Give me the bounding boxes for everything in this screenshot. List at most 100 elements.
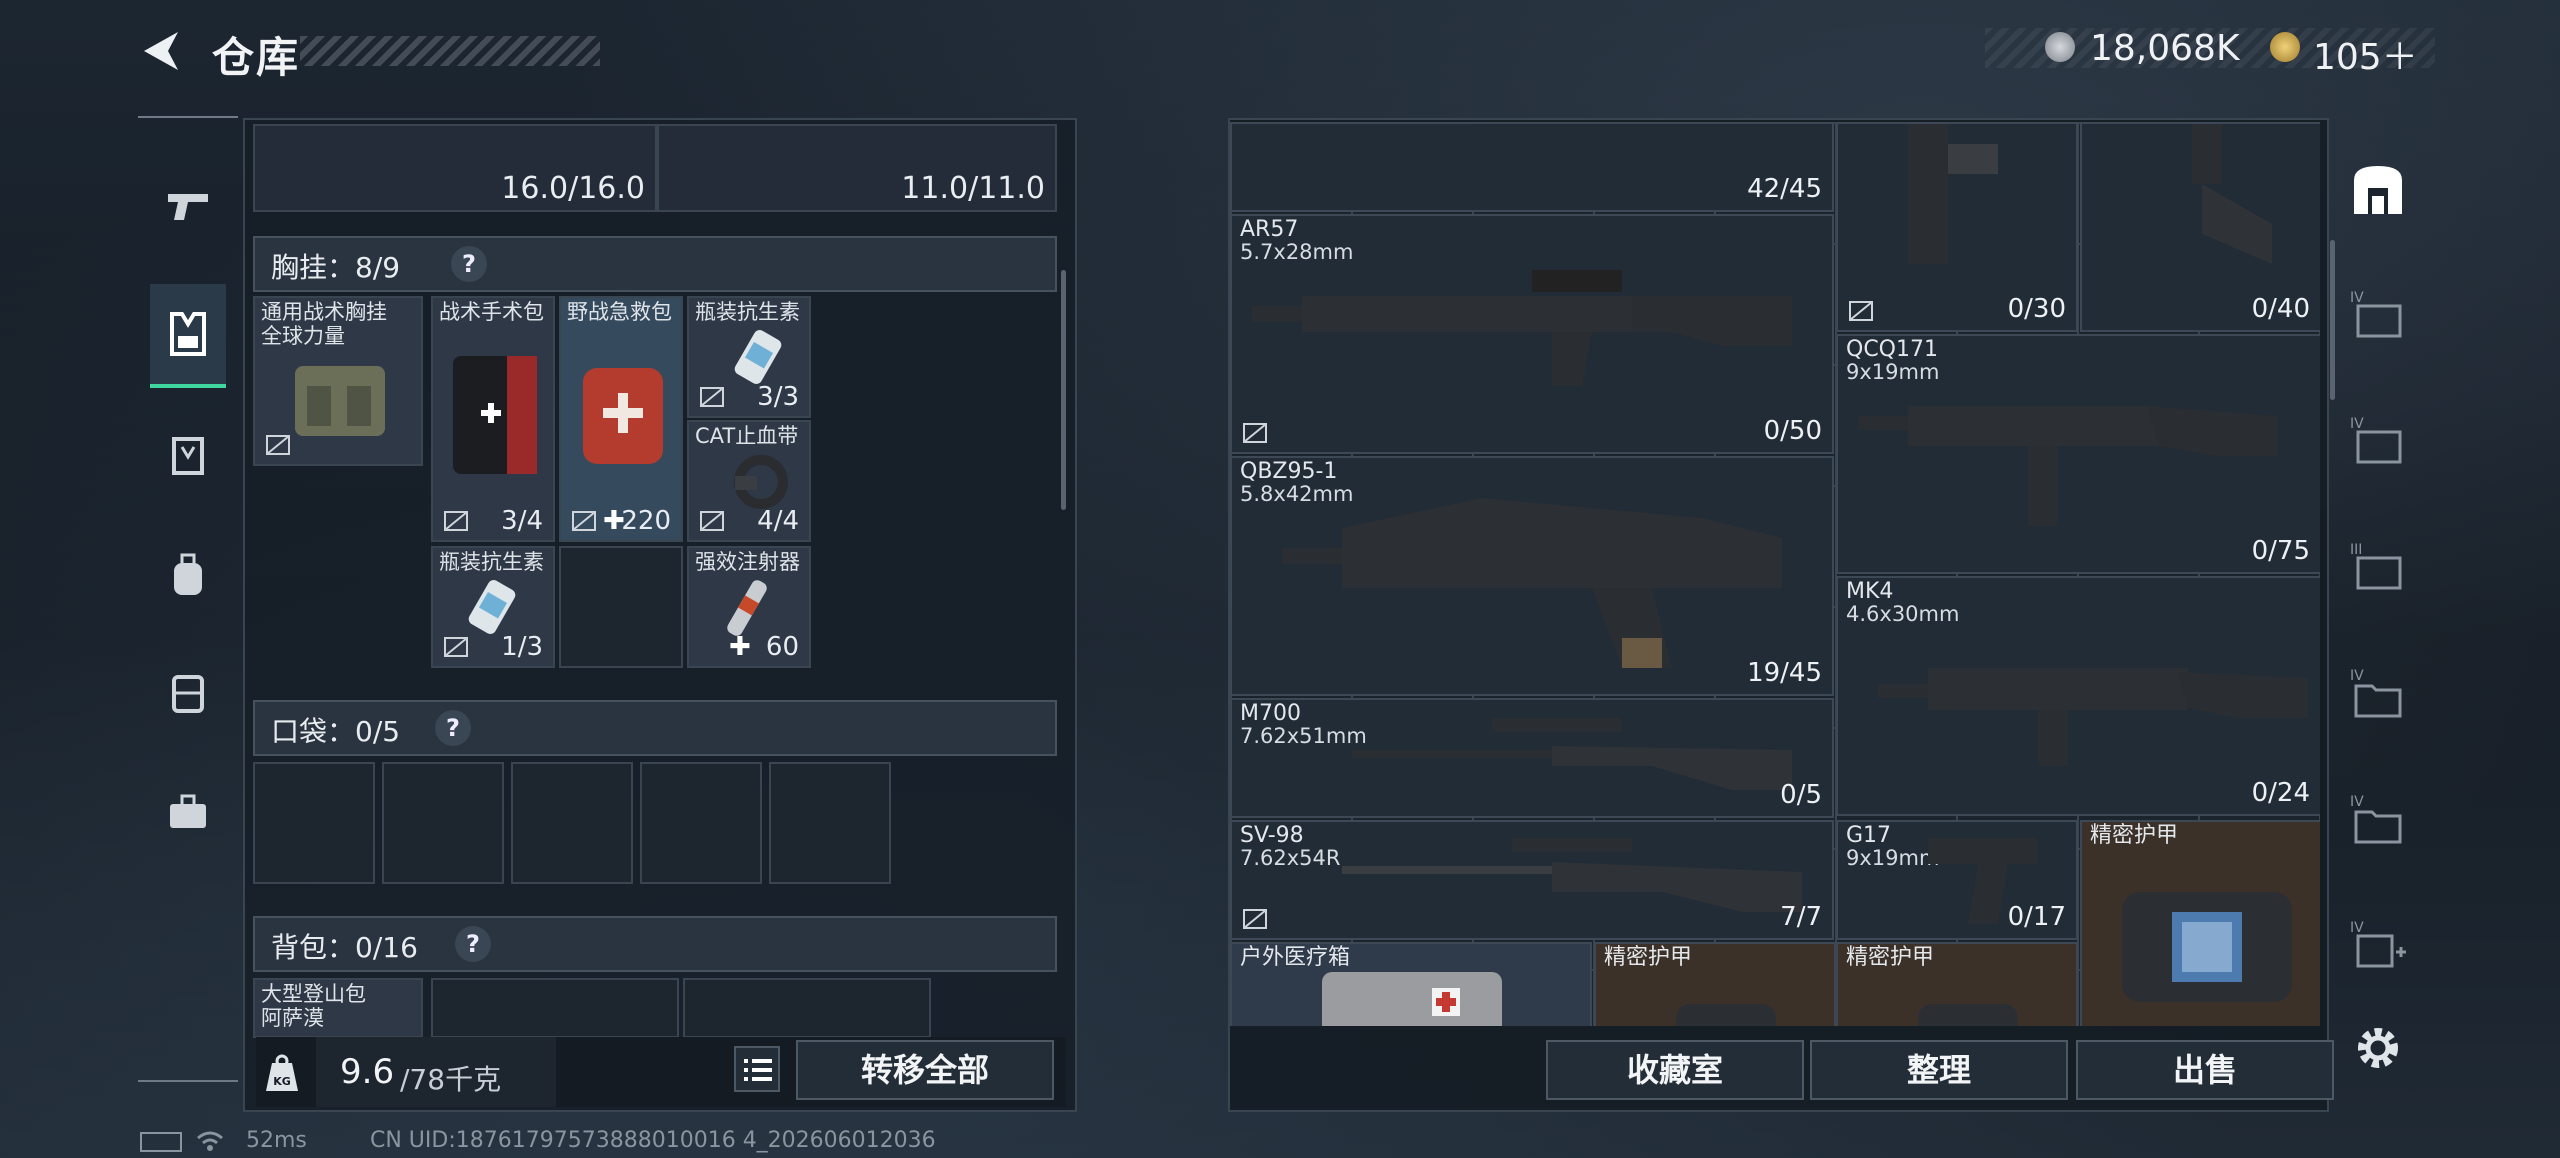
armor-image [2122, 892, 2292, 1002]
weapon-name: G17 [1846, 823, 1892, 848]
stash-home-tab[interactable] [2348, 160, 2408, 220]
stash-item-armor[interactable]: 精密护甲 [1594, 942, 1836, 1026]
durability-value: 11.0/11.0 [901, 171, 1045, 206]
gold-coin-icon [2270, 32, 2300, 62]
battery-icon [140, 1132, 182, 1152]
pocket-slot[interactable] [769, 762, 891, 884]
bottle-image [468, 580, 516, 634]
stash-item-sv98[interactable]: SV-98 7.62x54R 7/7 [1230, 820, 1834, 940]
pocket-slot[interactable] [511, 762, 633, 884]
help-icon[interactable]: ? [435, 710, 471, 746]
item-name: 精密护甲 [2090, 823, 2179, 848]
storage-tabs: IV IV III IV IV IV [2330, 118, 2420, 1108]
sell-button[interactable]: 出售 [2076, 1040, 2334, 1100]
stash-item[interactable]: 0/30 [1836, 122, 2078, 332]
transfer-all-button[interactable]: 转移全部 [796, 1040, 1054, 1100]
stash-item-qbz95-1[interactable]: QBZ95-1 5.8x42mm 19/45 [1230, 456, 1834, 696]
category-weapons[interactable] [150, 156, 226, 256]
item-name: CAT止血带 [695, 424, 799, 448]
backpack-grid-slot[interactable] [431, 978, 679, 1038]
stash-item[interactable]: 0/40 [2080, 122, 2320, 332]
container-icon [172, 675, 204, 713]
wifi-icon [196, 1130, 224, 1152]
stash-item-armor[interactable]: 精密护甲 [1836, 942, 2078, 1026]
storage-tab[interactable]: IV [2348, 916, 2408, 976]
svg-text:IV: IV [2350, 668, 2364, 684]
armor-image [1676, 1004, 1776, 1026]
equipped-armor-slot[interactable]: 16.0/16.0 [253, 124, 657, 212]
backpack-grid-slot[interactable] [683, 978, 931, 1038]
empty-slot[interactable] [559, 546, 683, 668]
item-antibiotics-2[interactable]: 瓶装抗生素 1/3 [431, 546, 555, 668]
storage-tab[interactable]: III [2348, 538, 2408, 598]
unlocked-icon [266, 435, 290, 455]
pocket-slot[interactable] [382, 762, 504, 884]
item-injector[interactable]: 强效注射器 ✚ 60 [687, 546, 811, 668]
unlocked-icon [700, 387, 724, 407]
category-armor[interactable] [150, 406, 226, 506]
storage-tab[interactable]: IV [2348, 412, 2408, 472]
weapon-name: AR57 [1240, 217, 1299, 242]
help-icon[interactable]: ? [455, 926, 491, 962]
page-title: 仓库 [212, 33, 301, 82]
item-antibiotics[interactable]: 瓶装抗生素 3/3 [687, 296, 811, 418]
back-arrow-icon[interactable] [138, 28, 184, 74]
category-backpack[interactable] [150, 526, 226, 626]
collection-room-button[interactable]: 收藏室 [1546, 1040, 1804, 1100]
storage-tab[interactable]: IV [2348, 286, 2408, 346]
storage-tab[interactable]: IV [2348, 664, 2408, 724]
unlocked-icon [700, 511, 724, 531]
equipment-panel: 16.0/16.0 11.0/11.0 胸挂：8/9 ? 通用战术胸挂 全球力量… [243, 118, 1077, 1112]
add-storage-iv-icon: IV [2350, 920, 2406, 968]
help-icon[interactable]: ? [451, 246, 487, 282]
stash-item-m700[interactable]: M700 7.62x51mm 0/5 [1230, 698, 1834, 818]
stash-item-armor[interactable]: 精密护甲 [2080, 820, 2320, 1026]
title-stripe [300, 36, 600, 66]
sort-button[interactable]: 整理 [1810, 1040, 2068, 1100]
weapon-image [1352, 718, 1792, 790]
item-surgical-kit[interactable]: 战术手术包 3/4 [431, 296, 555, 542]
list-view-button[interactable] [734, 1046, 780, 1092]
injector-image [727, 580, 767, 636]
stash-item-medical-box[interactable]: 户外医疗箱 [1230, 942, 1592, 1026]
toolbox-icon [170, 794, 206, 828]
stash-item-mk4[interactable]: MK4 4.6x30mm 0/24 [1836, 576, 2320, 816]
pocket-slot[interactable] [640, 762, 762, 884]
weapon-image [1252, 270, 1792, 386]
item-count: 1/3 [501, 632, 543, 662]
item-tourniquet[interactable]: CAT止血带 4/4 [687, 420, 811, 542]
item-count: 3/3 [757, 382, 799, 412]
stash-item-g17[interactable]: G17 9x19mm 0/17 [1836, 820, 2078, 940]
weapon-image [1858, 406, 2278, 526]
svg-text:III: III [2350, 542, 2362, 558]
armor-image [1918, 1004, 2018, 1026]
stash-item-ar57[interactable]: AR57 5.7x28mm 0/50 [1230, 214, 1834, 454]
item-count: 0/40 [2251, 294, 2310, 324]
gold-amount[interactable]: 105＋ [2313, 28, 2418, 80]
svg-text:IV: IV [2350, 920, 2364, 936]
scrollbar[interactable] [1061, 270, 1066, 510]
category-bar [138, 116, 238, 1082]
category-chest-rig[interactable] [150, 284, 226, 388]
chest-rig-slot[interactable]: 通用战术胸挂 全球力量 [253, 296, 423, 466]
category-container[interactable] [150, 642, 226, 742]
pocket-slot[interactable] [253, 762, 375, 884]
stash-item-qcq171[interactable]: QCQ171 9x19mm 0/75 [1836, 334, 2320, 574]
backpack-icon [174, 553, 202, 595]
surgical-kit-image [453, 356, 537, 474]
weapon-image [1342, 838, 1802, 912]
item-name: 精密护甲 [1846, 945, 1935, 970]
storage-tab[interactable]: IV [2348, 790, 2408, 850]
item-name: 战术手术包 [439, 300, 544, 324]
category-toolbox[interactable] [150, 762, 226, 862]
item-first-aid-kit[interactable]: 野战急救包 ✚ 220 [559, 296, 683, 542]
equipped-helmet-slot[interactable]: 11.0/11.0 [657, 124, 1057, 212]
backpack-section-header: 背包：0/16 ? [253, 916, 1057, 972]
item-count: 19/45 [1747, 658, 1822, 688]
weapon-caliber: 7.62x54R [1240, 846, 1341, 870]
stash-item[interactable]: 42/45 [1230, 122, 1834, 212]
settings-button[interactable] [2348, 1018, 2408, 1078]
armor-vest-icon [172, 437, 204, 475]
item-name: 野战急救包 [567, 300, 672, 324]
backpack-slot[interactable]: 大型登山包 阿萨漠 [253, 978, 423, 1038]
